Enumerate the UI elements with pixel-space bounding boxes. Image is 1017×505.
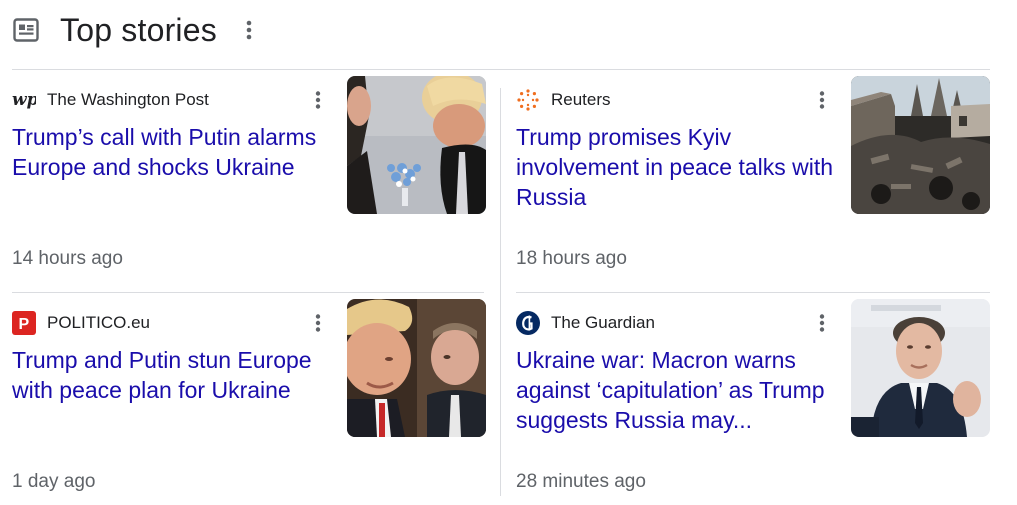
story-timestamp: 18 hours ago <box>516 248 627 269</box>
column-divider <box>500 88 501 496</box>
story-thumbnail[interactable] <box>851 76 990 214</box>
more-vert-icon[interactable] <box>810 88 834 112</box>
story-card[interactable]: The Guardian Ukraine war: Macron warns a… <box>516 299 990 505</box>
more-vert-icon[interactable] <box>306 88 330 112</box>
source-name: Reuters <box>551 90 611 109</box>
story-thumbnail[interactable] <box>851 299 990 437</box>
story-timestamp: 28 minutes ago <box>516 471 646 492</box>
more-vert-icon[interactable] <box>306 311 330 335</box>
source-name: POLITICO.eu <box>47 313 150 332</box>
story-headline[interactable]: Trump and Putin stun Europe with peace p… <box>12 345 334 405</box>
story-thumbnail[interactable] <box>347 299 486 437</box>
story-card[interactable]: Reuters Trump promises Kyiv involvement … <box>516 76 990 296</box>
story-source: wp The Washington Post <box>12 88 209 112</box>
top-stories-module: Top stories wp The Washington Post Trump… <box>0 0 1017 505</box>
politico-logo-icon: P <box>12 311 36 335</box>
story-headline[interactable]: Trump’s call with Putin alarms Europe an… <box>12 122 334 182</box>
story-source: Reuters <box>516 88 611 112</box>
story-thumbnail[interactable] <box>347 76 486 214</box>
story-source: The Guardian <box>516 311 655 335</box>
story-card[interactable]: P POLITICO.eu Trump and Putin stun Europ… <box>12 299 486 505</box>
svg-text:wp: wp <box>12 90 36 110</box>
source-name: The Washington Post <box>47 90 209 109</box>
more-vert-icon[interactable] <box>810 311 834 335</box>
more-vert-icon[interactable] <box>237 8 261 52</box>
story-timestamp: 1 day ago <box>12 471 96 492</box>
source-name: The Guardian <box>551 313 655 332</box>
story-headline[interactable]: Trump promises Kyiv involvement in peace… <box>516 122 838 212</box>
section-title: Top stories <box>60 12 217 48</box>
washington-post-logo-icon: wp <box>12 88 36 112</box>
reuters-logo-icon <box>516 88 540 112</box>
svg-text:P: P <box>19 316 30 333</box>
guardian-logo-icon <box>516 311 540 335</box>
story-source: P POLITICO.eu <box>12 311 150 335</box>
header-divider <box>12 69 990 70</box>
story-headline[interactable]: Ukraine war: Macron warns against ‘capit… <box>516 345 838 435</box>
story-card[interactable]: wp The Washington Post Trump’s call with… <box>12 76 486 296</box>
top-stories-header: Top stories <box>12 8 261 52</box>
story-timestamp: 14 hours ago <box>12 248 123 269</box>
newspaper-icon <box>12 16 40 44</box>
